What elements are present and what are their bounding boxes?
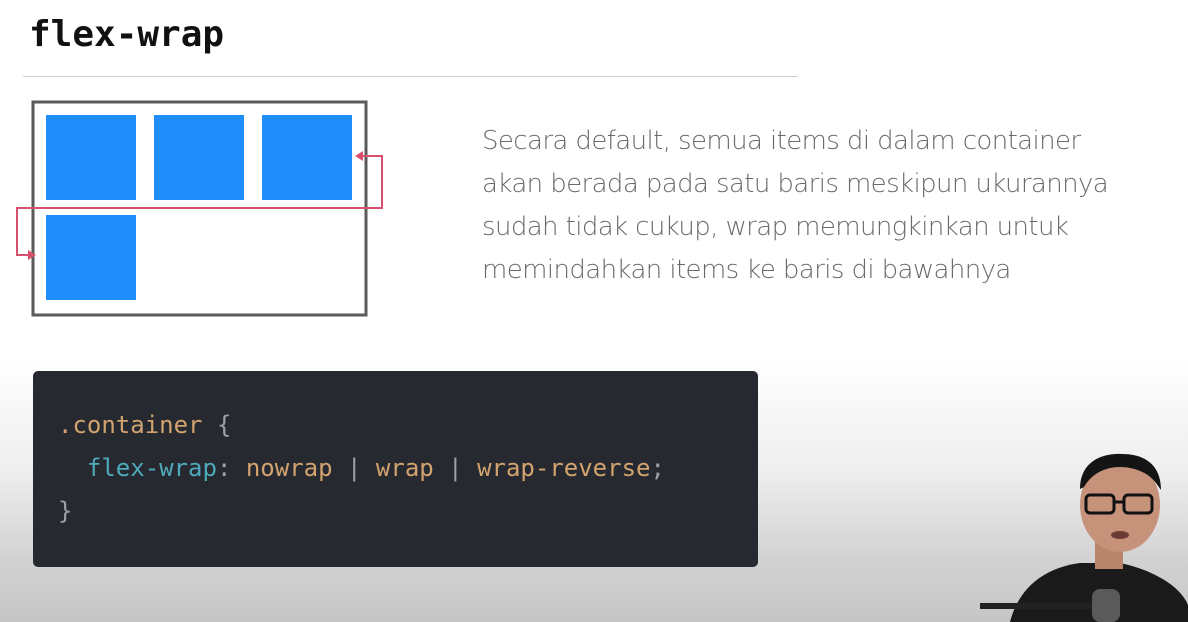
description-line: memindahkan items ke baris di bawahnya bbox=[482, 255, 1011, 285]
wrap-arrow-head-top bbox=[355, 151, 363, 161]
code-colon: : bbox=[216, 454, 232, 482]
code-separator: | bbox=[448, 454, 463, 482]
code-selector: .container bbox=[58, 411, 203, 439]
code-close-brace: } bbox=[58, 497, 73, 525]
flex-wrap-diagram bbox=[16, 100, 383, 317]
flex-item-1 bbox=[46, 115, 136, 200]
code-block: .container { flex-wrap: nowrap | wrap | … bbox=[33, 371, 758, 567]
title-divider bbox=[23, 76, 798, 77]
description-line: akan berada pada satu baris meskipun uku… bbox=[482, 169, 1109, 199]
code-value-wrap: wrap bbox=[375, 454, 434, 482]
slide-title: flex-wrap bbox=[29, 14, 225, 55]
description-text: Secara default, semua items di dalam con… bbox=[482, 120, 1162, 292]
flex-item-3 bbox=[262, 115, 352, 200]
code-value-nowrap: nowrap bbox=[245, 454, 333, 482]
description-line: Secara default, semua items di dalam con… bbox=[482, 126, 1081, 156]
code-open-brace: { bbox=[216, 411, 232, 439]
description-line: sudah tidak cukup, wrap memungkinkan unt… bbox=[482, 212, 1069, 242]
code-property: flex-wrap bbox=[86, 454, 217, 482]
flex-item-4 bbox=[46, 215, 136, 300]
code-semicolon: ; bbox=[650, 454, 665, 482]
code-separator: | bbox=[347, 454, 362, 482]
flex-item-2 bbox=[154, 115, 244, 200]
presenter-webcam-icon bbox=[980, 453, 1188, 622]
code-value-wrap-reverse: wrap-reverse bbox=[477, 454, 651, 482]
code-content: .container { flex-wrap: nowrap | wrap | … bbox=[58, 404, 665, 533]
microphone-stand bbox=[980, 603, 1110, 609]
microphone-body bbox=[1092, 589, 1120, 622]
presenter-mouth bbox=[1111, 531, 1129, 539]
